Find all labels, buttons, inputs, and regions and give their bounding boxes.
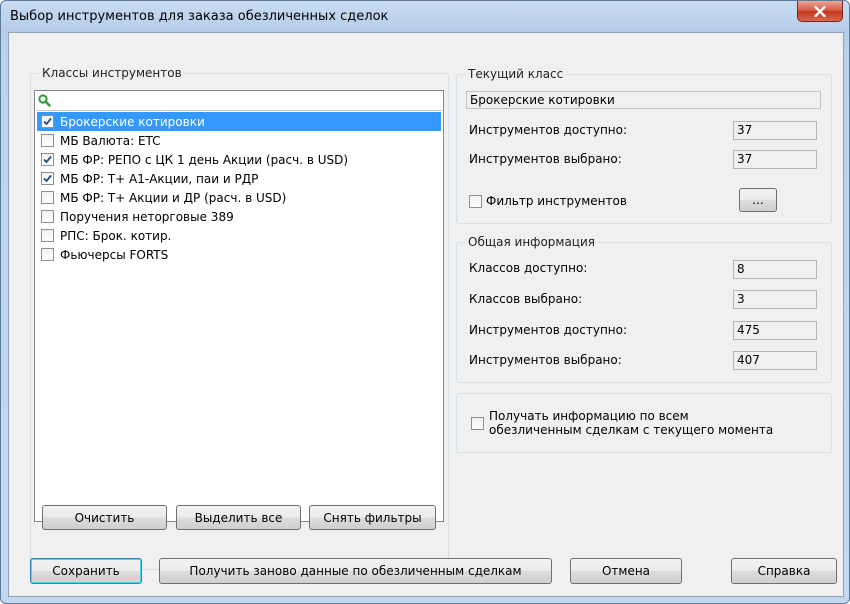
remove-filters-button[interactable]: Снять фильтры xyxy=(309,505,436,530)
current-available-value: 37 xyxy=(733,121,817,140)
filter-settings-button[interactable]: ... xyxy=(739,188,777,212)
list-item[interactable]: Поручения неторговые 389 xyxy=(37,207,441,226)
check-icon xyxy=(43,155,52,164)
list-item-label: Фьючерсы FORTS xyxy=(60,247,169,262)
cancel-button[interactable]: Отмена xyxy=(570,558,682,584)
refetch-button[interactable]: Получить заново данные по обезличенным с… xyxy=(159,558,552,584)
receive-all-checkbox-box[interactable] xyxy=(471,416,484,430)
classes-group-legend: Классы инструментов xyxy=(39,66,185,80)
class-search-input[interactable] xyxy=(36,92,442,111)
general-info-legend: Общая информация xyxy=(465,235,598,249)
list-item-checkbox[interactable] xyxy=(41,229,54,242)
instr-available-label: Инструментов доступно: xyxy=(469,323,628,337)
classes-selected-value: 3 xyxy=(733,290,817,309)
list-item-checkbox[interactable] xyxy=(41,248,54,261)
list-item-checkbox[interactable] xyxy=(41,134,54,147)
instr-selected-value: 407 xyxy=(733,351,817,370)
list-item-label: Брокерские котировки xyxy=(60,114,205,129)
list-item[interactable]: МБ ФР: РЕПО с ЦК 1 день Акции (расч. в U… xyxy=(37,150,441,169)
window-title: Выбор инструментов для заказа обезличенн… xyxy=(10,9,389,24)
list-item[interactable]: МБ ФР: Т+ Акции и ДР (расч. в USD) xyxy=(37,188,441,207)
title-bar[interactable]: Выбор инструментов для заказа обезличенн… xyxy=(1,1,849,31)
list-item-checkbox[interactable] xyxy=(41,153,54,166)
current-selected-value: 37 xyxy=(733,150,817,169)
close-button[interactable] xyxy=(797,1,843,22)
receive-all-line1: Получать информацию по всем xyxy=(489,409,689,423)
receive-all-line2: обезличенным сделкам с текущего момента xyxy=(489,423,774,437)
filter-checkbox-label: Фильтр инструментов xyxy=(486,194,627,208)
current-available-label: Инструментов доступно: xyxy=(469,123,628,137)
current-class-name: Брокерские котировки xyxy=(466,91,821,109)
list-item-checkbox[interactable] xyxy=(41,172,54,185)
instr-selected-label: Инструментов выбрано: xyxy=(469,353,622,367)
list-item-label: МБ ФР: РЕПО с ЦК 1 день Акции (расч. в U… xyxy=(60,152,349,167)
list-item-label: МБ ФР: Т+ А1-Акции, паи и РДР xyxy=(60,171,259,186)
search-icon xyxy=(38,94,51,107)
list-item-checkbox[interactable] xyxy=(41,115,54,128)
filter-checkbox-box[interactable] xyxy=(469,194,482,208)
check-icon xyxy=(43,117,52,126)
list-item-label: МБ Валюта: ETC xyxy=(60,133,161,148)
list-item-label: МБ ФР: Т+ Акции и ДР (расч. в USD) xyxy=(60,190,287,205)
current-selected-label: Инструментов выбрано: xyxy=(469,152,622,166)
list-item-label: Поручения неторговые 389 xyxy=(60,209,234,224)
classes-available-label: Классов доступно: xyxy=(469,261,588,275)
help-button[interactable]: Справка xyxy=(731,558,837,584)
list-item[interactable]: МБ Валюта: ETC xyxy=(37,131,441,150)
list-item[interactable]: РПС: Брок. котир. xyxy=(37,226,441,245)
close-icon xyxy=(814,5,826,17)
list-item-checkbox[interactable] xyxy=(41,210,54,223)
dialog-window: Выбор инструментов для заказа обезличенн… xyxy=(0,0,850,604)
list-item[interactable]: МБ ФР: Т+ А1-Акции, паи и РДР xyxy=(37,169,441,188)
current-class-legend: Текущий класс xyxy=(465,67,567,81)
receive-all-text: Получать информацию по всем обезличенным… xyxy=(489,409,773,437)
receive-all-checkbox[interactable]: Получать информацию по всем обезличенным… xyxy=(471,409,773,437)
classes-available-value: 8 xyxy=(733,260,817,279)
check-icon xyxy=(43,174,52,183)
save-button[interactable]: Сохранить xyxy=(30,558,142,584)
classes-selected-label: Классов выбрано: xyxy=(469,292,583,306)
classes-listbox[interactable]: Брокерские котировки МБ Валюта: ETC МБ ФР:… xyxy=(34,90,444,522)
filter-instruments-checkbox[interactable]: Фильтр инструментов xyxy=(469,194,627,208)
list-item[interactable]: Фьючерсы FORTS xyxy=(37,245,441,264)
dialog-client-area: Классы инструментов Брокерские котировки… xyxy=(8,32,844,597)
list-item[interactable]: Брокерские котировки xyxy=(37,112,441,131)
list-item-checkbox[interactable] xyxy=(41,191,54,204)
clear-button[interactable]: Очистить xyxy=(42,505,167,530)
instr-available-value: 475 xyxy=(733,321,817,340)
select-all-button[interactable]: Выделить все xyxy=(176,505,301,530)
list-item-label: РПС: Брок. котир. xyxy=(60,228,172,243)
